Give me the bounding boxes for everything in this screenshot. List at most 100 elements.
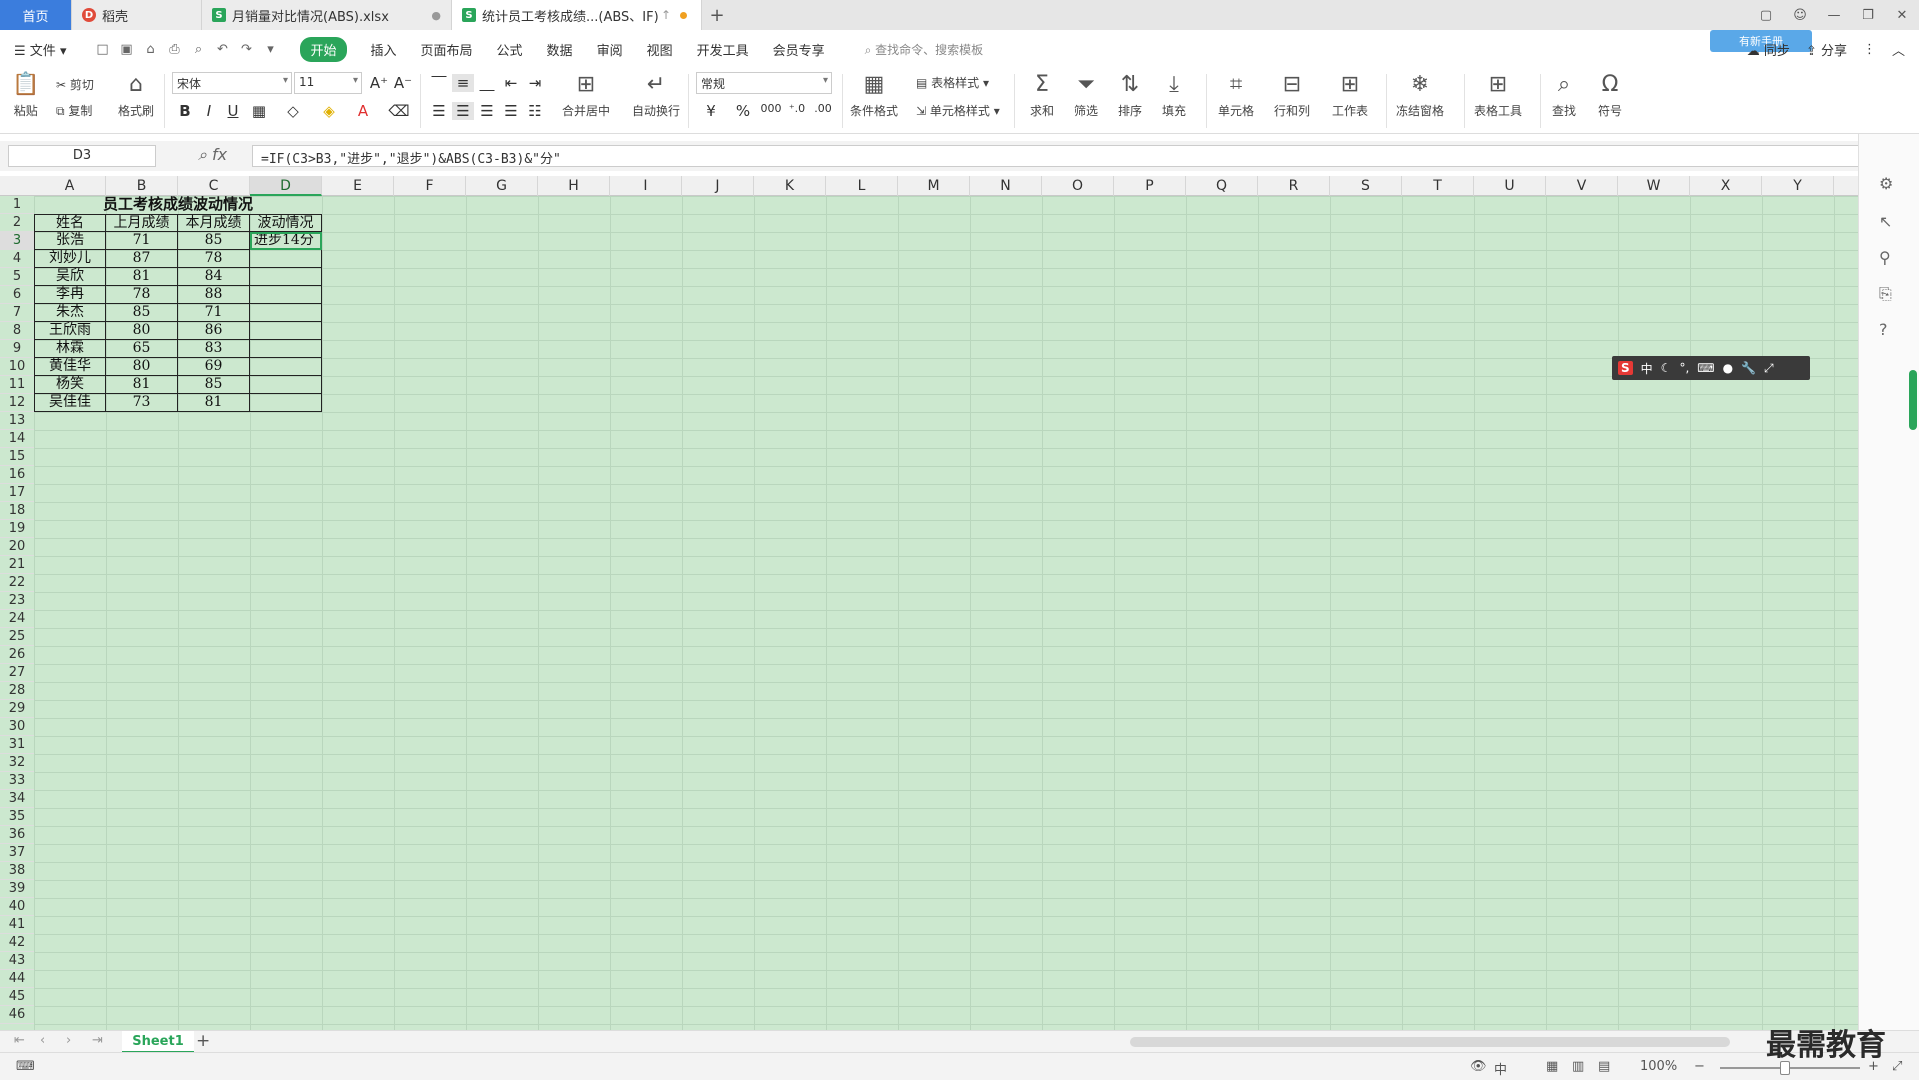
ime-toolbar[interactable]: S 中 ☾ °, ⌨ ● 🔧 ⤢: [1612, 356, 1810, 380]
row-header[interactable]: 28: [0, 682, 34, 700]
table-cell[interactable]: 65: [106, 340, 178, 358]
table-cell[interactable]: 71: [106, 232, 178, 250]
row-header[interactable]: 34: [0, 790, 34, 808]
tab-file-active[interactable]: S 统计员工考核成绩...(ABS、IF) ↑: [452, 0, 702, 30]
table-tools-button[interactable]: ⊞ 表格工具: [1474, 70, 1522, 119]
table-cell[interactable]: 71: [178, 304, 250, 322]
align-center-icon[interactable]: ☰: [452, 102, 474, 120]
row-header[interactable]: 8: [0, 322, 34, 340]
zoom-level[interactable]: 100%: [1640, 1059, 1677, 1074]
row-header[interactable]: 11: [0, 376, 34, 394]
table-cell[interactable]: 78: [178, 250, 250, 268]
percent-icon[interactable]: %: [732, 102, 754, 120]
column-header[interactable]: M: [898, 176, 970, 196]
table-cell[interactable]: 林霖: [34, 340, 106, 358]
row-header[interactable]: 10: [0, 358, 34, 376]
menu-insert[interactable]: 插入: [371, 40, 397, 59]
column-header[interactable]: Q: [1186, 176, 1258, 196]
ime-mode[interactable]: 中: [1641, 360, 1653, 377]
save-icon[interactable]: ▣: [114, 42, 138, 57]
font-size-select[interactable]: 11: [294, 72, 362, 94]
row-header[interactable]: 39: [0, 880, 34, 898]
freeze-panes-button[interactable]: ❄ 冻结窗格: [1396, 70, 1444, 119]
row-header[interactable]: 21: [0, 556, 34, 574]
fullscreen-icon[interactable]: ⤢: [1892, 1059, 1902, 1074]
row-header[interactable]: 30: [0, 718, 34, 736]
zoom-slider[interactable]: [1720, 1067, 1860, 1069]
tab-docer[interactable]: D 稻壳: [72, 0, 202, 30]
table-cell[interactable]: 85: [106, 304, 178, 322]
next-sheet-icon[interactable]: ›: [66, 1033, 71, 1048]
table-cell[interactable]: [250, 340, 322, 358]
fx-icon[interactable]: ⌕ fx: [198, 145, 227, 165]
row-header[interactable]: 17: [0, 484, 34, 502]
table-cell[interactable]: 80: [106, 358, 178, 376]
column-header[interactable]: L: [826, 176, 898, 196]
align-right-icon[interactable]: ☰: [476, 102, 498, 120]
table-cell[interactable]: [250, 394, 322, 412]
print-icon[interactable]: ⎙: [162, 42, 186, 57]
sheet-tab[interactable]: Sheet1: [122, 1031, 194, 1053]
table-cell[interactable]: 73: [106, 394, 178, 412]
tab-home[interactable]: 首页: [0, 0, 72, 30]
column-header[interactable]: N: [970, 176, 1042, 196]
table-cell[interactable]: 王欣雨: [34, 322, 106, 340]
row-header[interactable]: 35: [0, 808, 34, 826]
column-header[interactable]: U: [1474, 176, 1546, 196]
table-cell[interactable]: 85: [178, 232, 250, 250]
macro-icon[interactable]: ⌨: [16, 1059, 35, 1074]
row-header[interactable]: 3: [0, 232, 34, 250]
input-mode[interactable]: 中: [1494, 1059, 1507, 1078]
column-header[interactable]: E: [322, 176, 394, 196]
row-header[interactable]: 26: [0, 646, 34, 664]
page-break-icon[interactable]: ▤: [1598, 1059, 1610, 1074]
table-cell[interactable]: [250, 268, 322, 286]
row-header[interactable]: 27: [0, 664, 34, 682]
share-button[interactable]: ⇪ 分享: [1806, 40, 1847, 59]
row-header[interactable]: 19: [0, 520, 34, 538]
row-header[interactable]: 4: [0, 250, 34, 268]
row-header[interactable]: 18: [0, 502, 34, 520]
style-icon[interactable]: ⚙: [1879, 174, 1893, 193]
align-left-icon[interactable]: ☰: [428, 102, 450, 120]
row-header[interactable]: 37: [0, 844, 34, 862]
column-header[interactable]: A: [34, 176, 106, 196]
menu-member[interactable]: 会员专享: [773, 40, 825, 59]
table-header-cell[interactable]: 姓名: [34, 214, 106, 232]
thousands-icon[interactable]: 000: [760, 102, 782, 115]
sort-button[interactable]: ⇅ 排序: [1118, 70, 1142, 119]
format-painter-button[interactable]: ⌂ 格式刷: [118, 70, 154, 119]
table-cell[interactable]: [250, 304, 322, 322]
row-header[interactable]: 40: [0, 898, 34, 916]
bold-button[interactable]: B: [174, 102, 196, 120]
row-header[interactable]: 36: [0, 826, 34, 844]
menu-data[interactable]: 数据: [547, 40, 573, 59]
row-header[interactable]: 1: [0, 196, 34, 214]
column-header[interactable]: P: [1114, 176, 1186, 196]
align-top-icon[interactable]: ⎺: [428, 74, 450, 92]
cells-area[interactable]: 员工考核成绩波动情况 姓名 上月成绩 本月成绩 波动情况 张浩 71 85 进步14分 刘妙儿 87…: [34, 196, 1858, 1030]
table-cell[interactable]: 黄佳华: [34, 358, 106, 376]
cell-style-button[interactable]: ⇲ 单元格样式 ▾: [916, 102, 1000, 119]
zoom-out-icon[interactable]: −: [1694, 1059, 1705, 1074]
menu-developer[interactable]: 开发工具: [697, 40, 749, 59]
vertical-scrollbar-thumb[interactable]: [1909, 370, 1917, 430]
expand-icon[interactable]: ⤢: [1764, 361, 1774, 376]
copy-button[interactable]: ⧉ 复制: [56, 102, 92, 119]
table-cell[interactable]: 进步14分: [250, 232, 322, 250]
formula-input[interactable]: =IF(C3>B3,"进步","退步")&ABS(C3-B3)&"分": [252, 145, 1872, 167]
eye-icon[interactable]: 👁: [1470, 1059, 1487, 1074]
align-middle-icon[interactable]: ≡: [452, 74, 474, 92]
name-box[interactable]: D3: [8, 145, 156, 167]
distribute-icon[interactable]: ☷: [524, 102, 546, 120]
row-header[interactable]: 42: [0, 934, 34, 952]
column-header[interactable]: K: [754, 176, 826, 196]
conditional-format-button[interactable]: ▦ 条件格式: [850, 70, 898, 119]
fill-button[interactable]: ⤓ 填充: [1162, 70, 1186, 119]
row-header[interactable]: 33: [0, 772, 34, 790]
table-cell[interactable]: 81: [106, 268, 178, 286]
column-header[interactable]: T: [1402, 176, 1474, 196]
table-cell[interactable]: 81: [178, 394, 250, 412]
collapse-ribbon-icon[interactable]: ︿: [1892, 40, 1905, 59]
menu-formulas[interactable]: 公式: [497, 40, 523, 59]
